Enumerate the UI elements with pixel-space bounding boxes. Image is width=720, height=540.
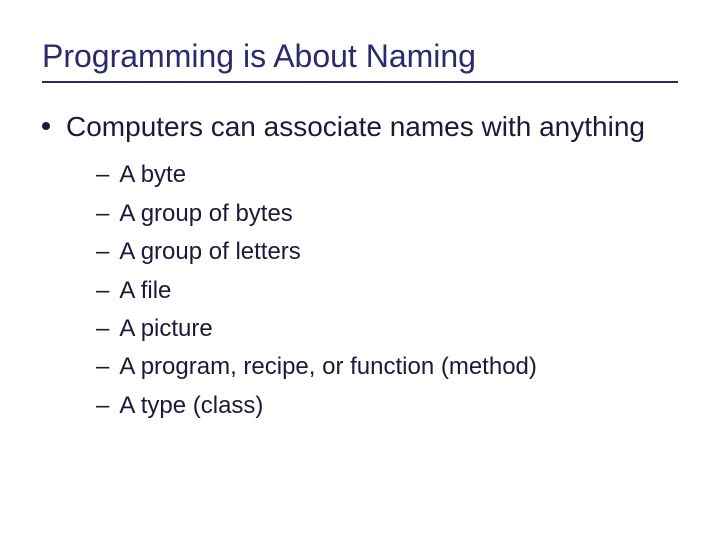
sub-text: A byte (119, 159, 186, 191)
bullet-text: Computers can associate names with anyth… (66, 109, 645, 145)
dash-icon: – (96, 159, 109, 191)
slide-title: Programming is About Naming (42, 38, 678, 83)
sub-text: A picture (119, 313, 212, 345)
sub-list: – A byte – A group of bytes – A group of… (96, 159, 678, 422)
sub-text: A group of letters (119, 236, 300, 268)
dash-icon: – (96, 351, 109, 383)
sub-item: – A type (class) (96, 390, 678, 422)
sub-text: A group of bytes (119, 198, 292, 230)
sub-item: – A byte (96, 159, 678, 191)
sub-item: – A program, recipe, or function (method… (96, 351, 678, 383)
sub-item: – A group of letters (96, 236, 678, 268)
dash-icon: – (96, 390, 109, 422)
dash-icon: – (96, 236, 109, 268)
sub-item: – A picture (96, 313, 678, 345)
sub-text: A file (119, 275, 171, 307)
bullet-dot-icon (42, 122, 50, 130)
dash-icon: – (96, 313, 109, 345)
sub-text: A program, recipe, or function (method) (119, 351, 537, 383)
sub-text: A type (class) (119, 390, 263, 422)
dash-icon: – (96, 198, 109, 230)
sub-item: – A group of bytes (96, 198, 678, 230)
bullet-item: Computers can associate names with anyth… (42, 109, 678, 145)
dash-icon: – (96, 275, 109, 307)
sub-item: – A file (96, 275, 678, 307)
